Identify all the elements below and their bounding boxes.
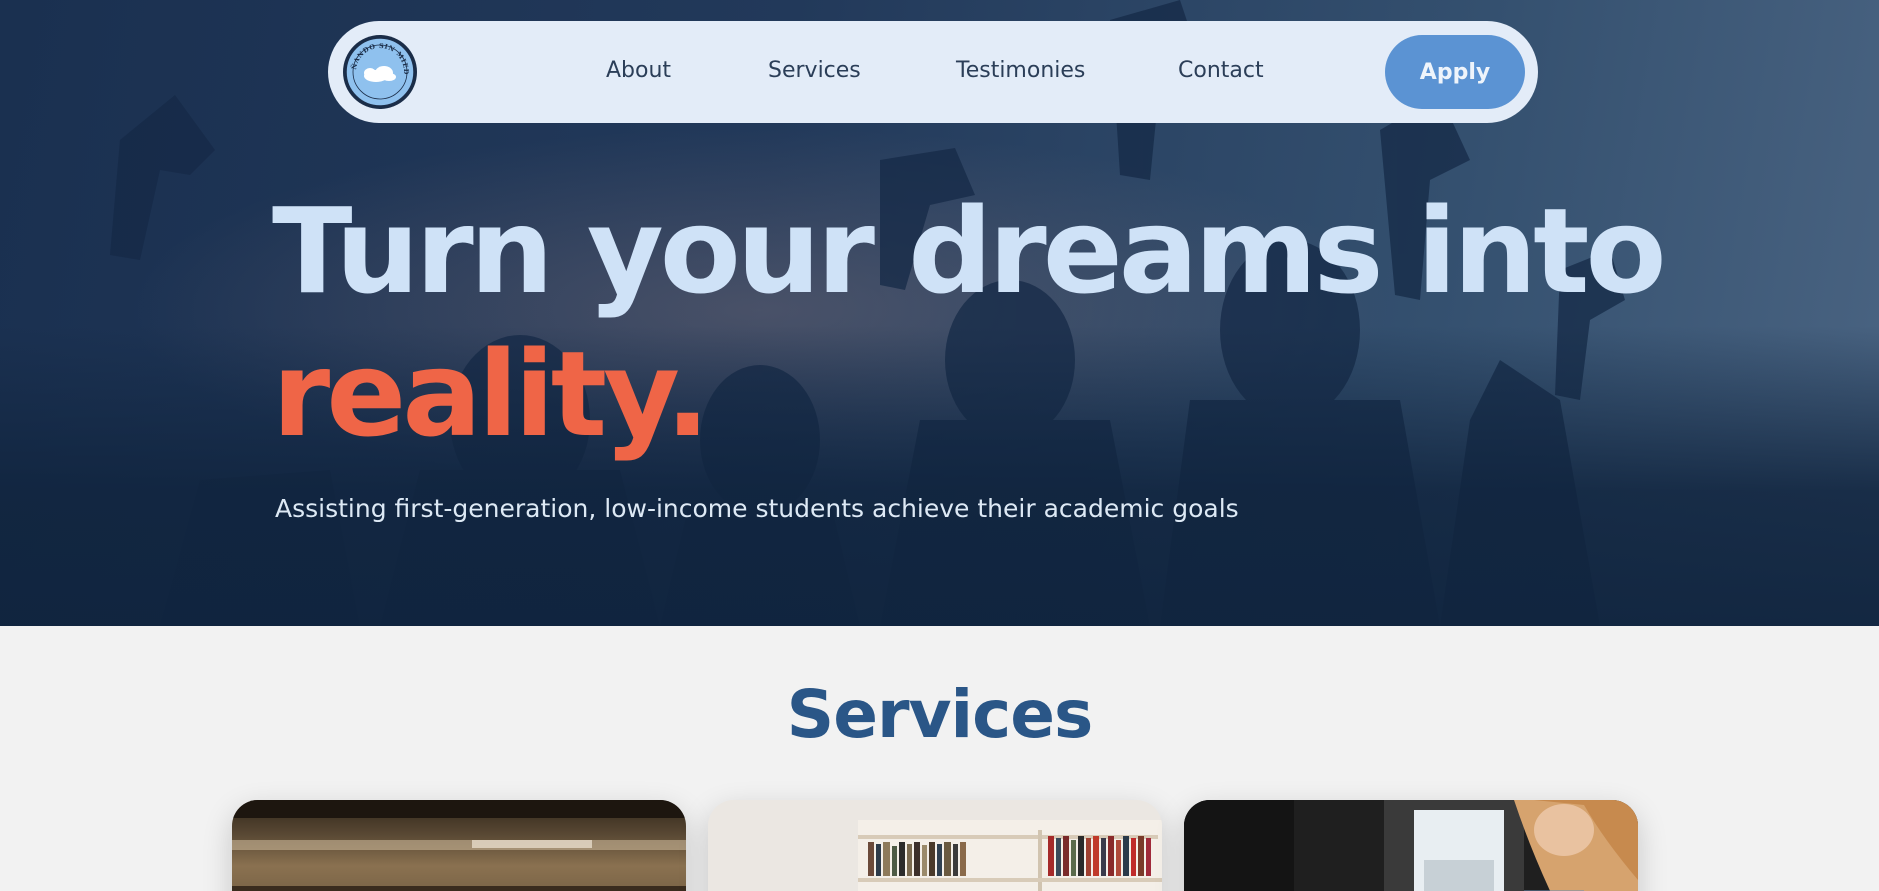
service-card-3[interactable] [1184,800,1638,891]
service-card-1[interactable] [232,800,686,891]
sonando-sin-miedo-logo[interactable]: SOÑANDO SIN MIEDO [342,34,418,110]
library-shelves-photo [232,800,686,891]
nav-link-services[interactable]: Services [768,58,861,83]
services-section-title: Services [786,676,1094,753]
hero-headline-line2: reality. [272,325,710,463]
student-studying-photo [1184,800,1638,891]
apply-button[interactable]: Apply [1385,35,1525,109]
nav-link-about[interactable]: About [606,58,671,83]
bookshelf-room-photo [708,800,1162,891]
nav-link-testimonies[interactable]: Testimonies [956,58,1085,83]
top-navigation: SOÑANDO SIN MIEDO About Services Testimo… [328,21,1538,123]
hero-tagline: Assisting first-generation, low-income s… [275,494,1239,523]
service-card-2[interactable] [708,800,1162,891]
nav-link-contact[interactable]: Contact [1178,58,1264,83]
hero-headline-line1: Turn your dreams into [272,182,1667,320]
